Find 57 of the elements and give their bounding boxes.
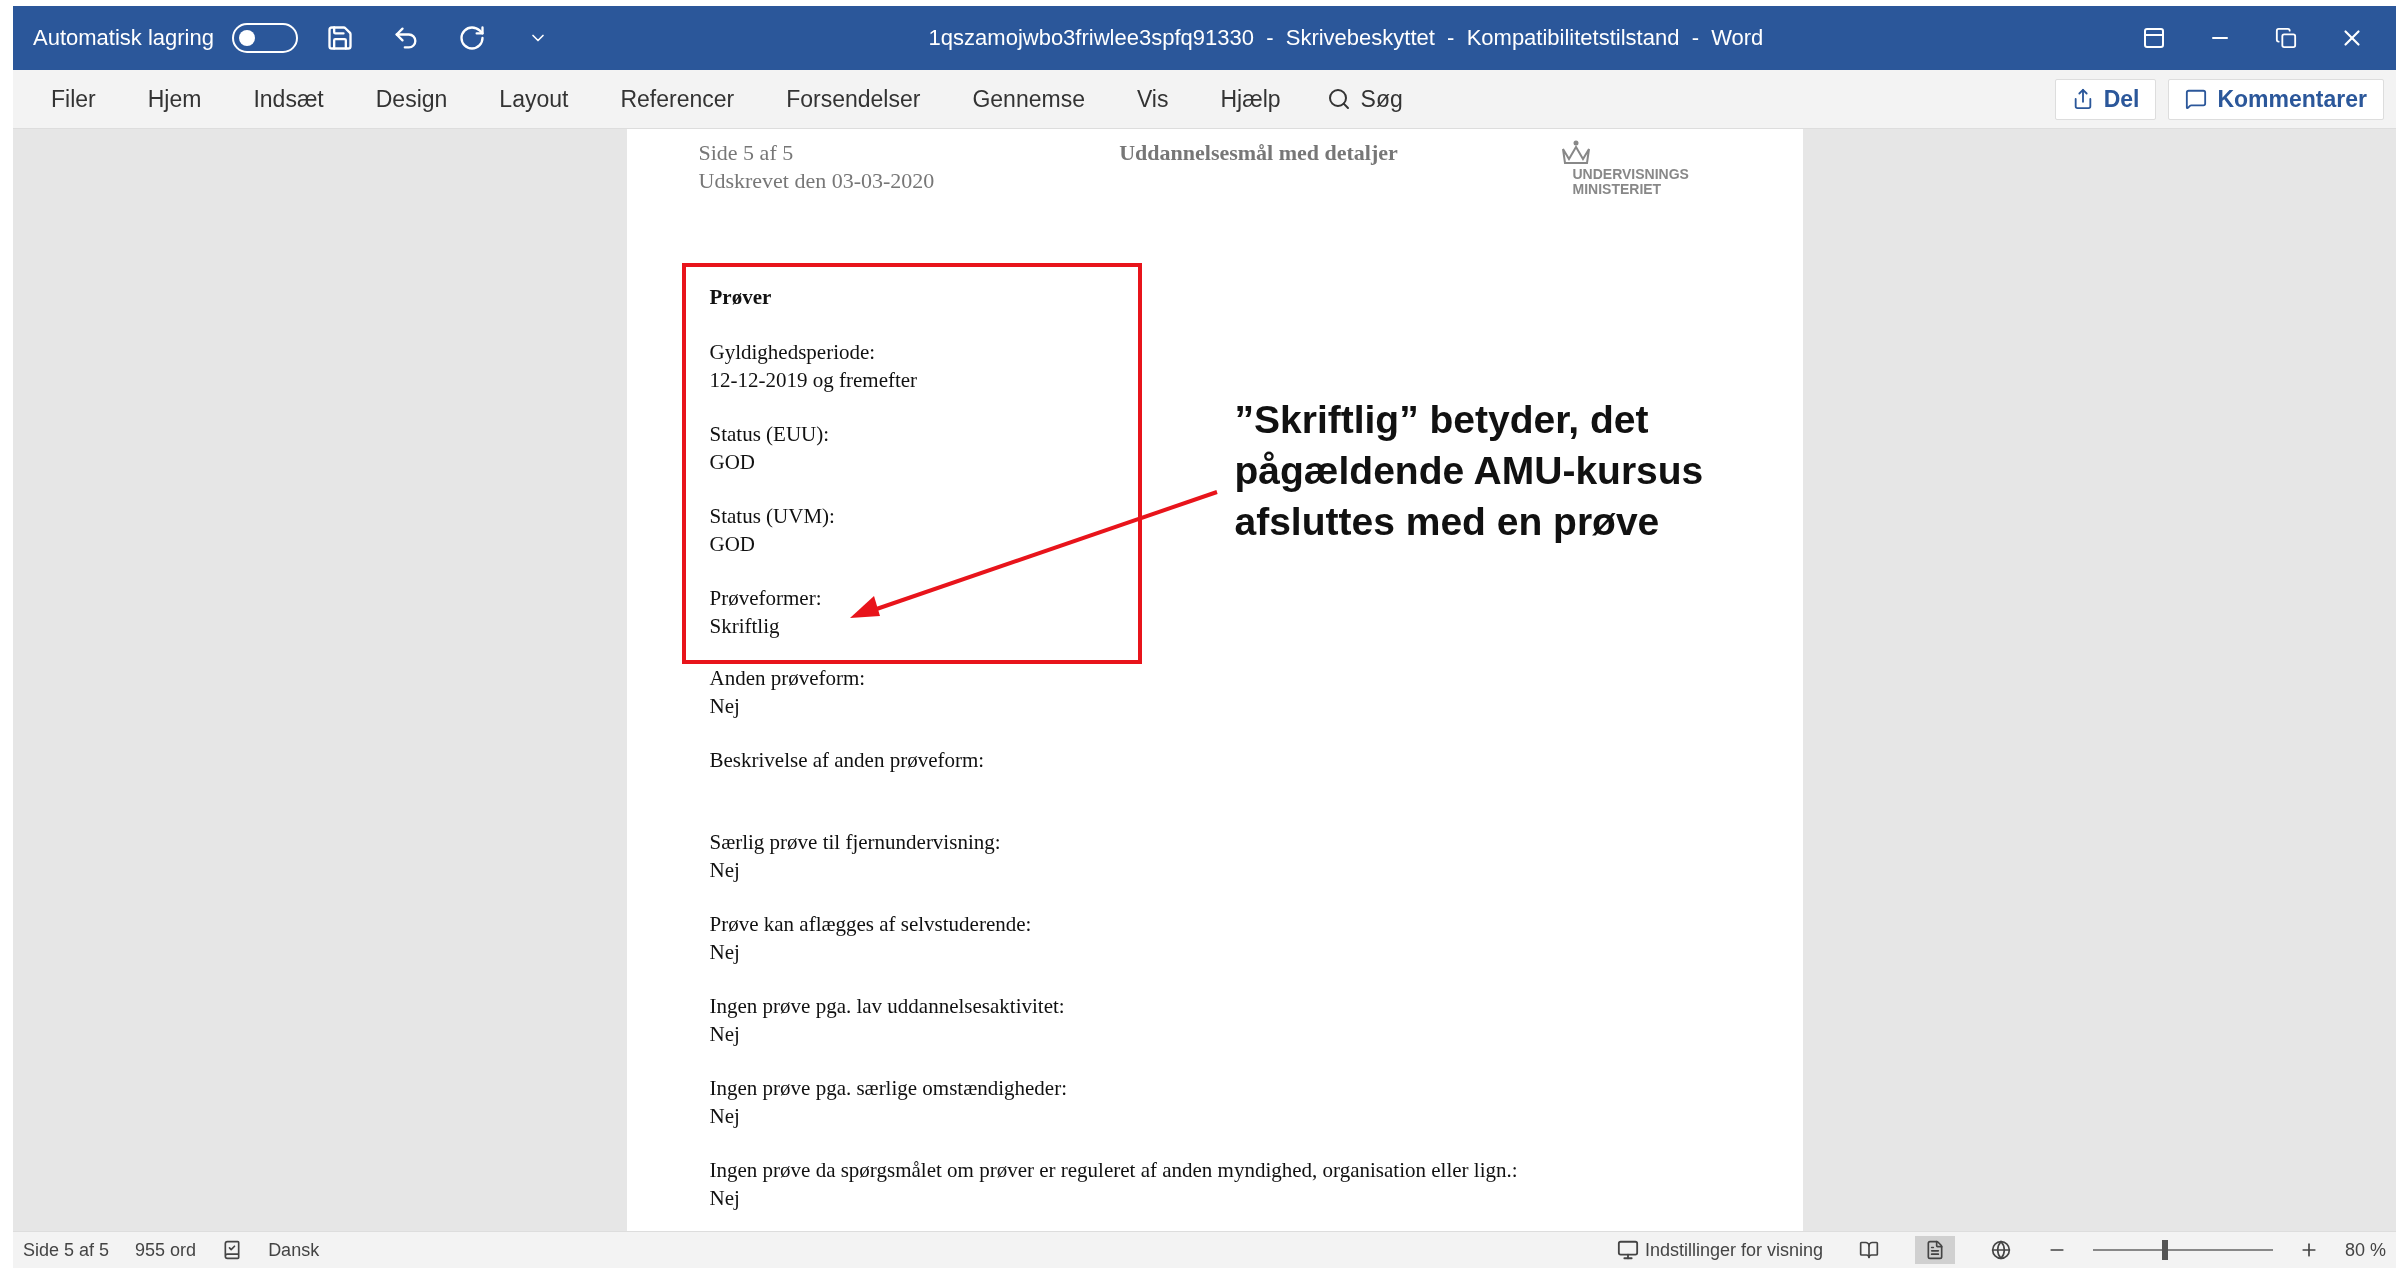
monitor-icon[interactable] [1616, 1239, 1639, 1261]
comment-icon [2185, 88, 2208, 110]
field-value: 12-12-2019 og fremefter [709, 367, 919, 394]
ribbon-tab[interactable]: Referencer [594, 77, 761, 121]
share-button[interactable]: Del [2054, 78, 2157, 120]
page-count[interactable]: Side 5 af 5 [23, 1239, 110, 1261]
search-icon [1326, 87, 1351, 111]
field-value: Nej [709, 1103, 741, 1130]
ribbon-tab[interactable]: Forsendelser [760, 77, 947, 121]
field-value: Skriftlig [709, 613, 781, 640]
section-title: Prøver [709, 284, 773, 311]
annotation-text: ”Skriftlig” betyder, det pågældende AMU-kursus afsluttes med en prøve [1234, 397, 1704, 545]
view-button[interactable] [1914, 1236, 1955, 1264]
ribbon-tab[interactable]: Hjem [121, 77, 228, 121]
page-number: Side 5 af 5 [698, 139, 795, 167]
autosave-label: Automatisk lagring [33, 25, 214, 51]
page-heading: Uddannelsesmål med detaljer [1118, 139, 1399, 167]
field-value: Nej [709, 857, 741, 884]
display-settings-button[interactable]: Indstillinger for visning [1644, 1239, 1823, 1261]
field-value: Nej [709, 693, 741, 720]
ribbon-tab[interactable]: Hjælp [1194, 77, 1307, 121]
zoom-slider[interactable] [2161, 1240, 2168, 1260]
field-label: Anden prøveform: [709, 665, 867, 692]
field-value: Nej [709, 1021, 741, 1048]
window-title: 1qszamojwbo3friwlee3spfq91330 - Skrivebeskyttet - Kompatibilitetstilstand - Word [927, 25, 1765, 51]
ribbon-tab[interactable]: Filer [25, 77, 122, 121]
ribbon-tab[interactable]: Design [349, 77, 474, 121]
ribbon-tab[interactable]: Vis [1110, 77, 1195, 121]
field-label: Gyldighedsperiode: [709, 339, 877, 366]
language[interactable]: Dansk [268, 1239, 320, 1261]
field-value: Nej [709, 1185, 741, 1212]
ribbon-tab[interactable]: Layout [473, 77, 595, 121]
field-label: Status (EUU): [709, 421, 831, 448]
field-label: Prøve kan aflægges af selvstuderende: [709, 911, 1033, 938]
field-value: Nej [709, 939, 741, 966]
field-label: Ingen prøve pga. særlige omstændigheder: [709, 1075, 1068, 1102]
field-label: Beskrivelse af anden prøveform: [709, 747, 986, 774]
comments-button[interactable]: Kommentarer [2168, 78, 2384, 120]
search-field[interactable]: Søg [1306, 77, 1423, 121]
zoom-level[interactable]: 80 % [2344, 1239, 2386, 1261]
logo-text: MINISTERIET [1571, 182, 1662, 197]
field-value: GOD [709, 531, 756, 558]
word-count[interactable]: 955 ord [135, 1239, 197, 1261]
print-date: Udskrevet den 03-03-2020 [698, 167, 936, 195]
ribbon-tab[interactable]: Gennemse [946, 77, 1111, 121]
proofing-icon[interactable] [222, 1240, 243, 1260]
read-mode-icon [1858, 1240, 1879, 1260]
field-label: Prøveformer: [709, 585, 823, 612]
autosave-toggle[interactable] [232, 23, 298, 53]
field-label: Status (UVM): [709, 503, 836, 530]
field-label: Ingen prøve da spørgsmålet om prøver er reguleret af anden myndighed, organisation eller lign.: [709, 1157, 1519, 1184]
ribbon-tab[interactable]: Indsæt [227, 77, 350, 121]
logo-text: UNDERVISNINGS [1571, 167, 1689, 182]
field-label: Særlig prøve til fjernundervisning: [709, 829, 1002, 856]
field-label: Ingen prøve pga. lav uddannelsesaktivitet: [709, 993, 1066, 1020]
web-layout-icon [1990, 1240, 2011, 1260]
field-value: GOD [709, 449, 756, 476]
